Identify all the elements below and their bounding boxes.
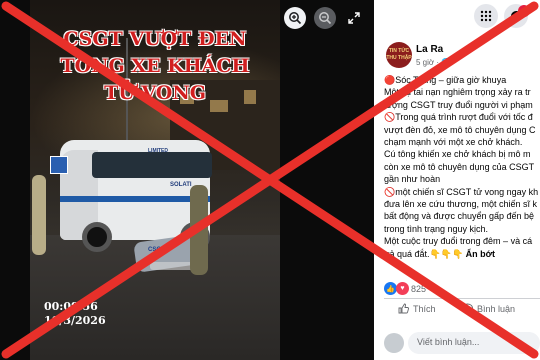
post-text-line: trả quá đắt.👇👇👇 Ẩn bớt [384, 248, 496, 259]
comment-label: Bình luận [477, 303, 516, 314]
menu-button[interactable] [474, 4, 498, 28]
post-text-line: đưa lên xe cứu thương, một chiến sĩ k [384, 199, 538, 210]
post-text-line: Một vụ tai nạn nghiêm trọng xảy ra tr [384, 87, 531, 98]
zoom-in-button[interactable] [284, 7, 306, 29]
fb-top-bar: 2 [374, 0, 540, 30]
messenger-button[interactable]: 2 [504, 4, 530, 28]
like-label: Thích [413, 303, 436, 314]
heart-reaction-icon: ♥ [396, 282, 409, 295]
post-author[interactable]: La Ra [416, 44, 443, 55]
post-text-line: trong tình trạng nguy kịch. [384, 223, 489, 234]
road-sign [50, 156, 68, 174]
van-model-label: SOLATI [170, 182, 192, 188]
see-less-link[interactable]: Ẩn bớt [463, 249, 495, 259]
action-divider [384, 298, 540, 299]
reaction-count: 825 [411, 283, 427, 294]
post-text-line: còn xe mô tô chuyên dụng của CSGT [384, 161, 535, 172]
photo-timestamp: 00:09.56 10/3/2026 [44, 300, 106, 328]
bystander-left [32, 175, 46, 255]
van-brand-label: LIMITED [148, 148, 168, 154]
headline-line-2: TÔNG XE KHÁCH [60, 55, 250, 77]
officer-standing [190, 185, 208, 275]
van-front-wheel [82, 222, 112, 252]
van-stripe [60, 196, 210, 202]
grid-menu-icon [480, 10, 492, 22]
globe-icon: · 🌐 [436, 58, 452, 67]
van-windows [92, 152, 212, 178]
post-text-line: vượt đèn đỏ, xe mô tô chuyên dụng C [384, 124, 536, 135]
photo-date: 10/3/2026 [44, 314, 106, 327]
photo-headline: CSGT VƯỢT ĐEN TÔNG XE KHÁCH TỬ VONG [30, 26, 280, 107]
reaction-summary[interactable]: 👍 ♥ 825 [384, 282, 426, 295]
comment-icon [462, 303, 473, 314]
post-meta: 5 giờ · 🌐 [416, 58, 451, 67]
post-time[interactable]: 5 giờ [416, 58, 434, 67]
zoom-out-button[interactable] [314, 7, 336, 29]
headline-line-3: TỬ VONG [104, 82, 206, 104]
post-text-line: 🔴Sóc Trăng – giữa giờ khuya [384, 75, 507, 85]
notification-badge: 2 [518, 5, 530, 17]
post-text-line: gần như hoàn [384, 174, 441, 185]
author-avatar[interactable]: TIN TỨC THU THẬP [386, 42, 412, 68]
current-user-avatar[interactable] [384, 333, 404, 353]
post-text-line: lượng CSGT truy đuổi người vi phạm [384, 99, 533, 110]
motorbike-label: CSGT [148, 247, 165, 253]
like-button[interactable]: Thích [398, 303, 436, 314]
expand-button[interactable] [345, 9, 363, 27]
post-text-line: Cú tông khiến xe chở khách bị mô m [384, 149, 531, 160]
comment-button[interactable]: Bình luận [462, 303, 515, 314]
post-text-line: 🚫Trong quá trình rượt đuổi với tốc đ [384, 112, 533, 123]
photo-viewer: LIMITED SOLATI CSGT CSGT VƯỢT ĐEN TÔNG X… [0, 0, 374, 360]
post-text-line: chạm mạnh với một xe chở khách. [384, 137, 523, 148]
post-text: 🔴Sóc Trăng – giữa giờ khuya Một vụ tai nạ… [384, 74, 540, 260]
screen: LIMITED SOLATI CSGT CSGT VƯỢT ĐEN TÔNG X… [0, 0, 540, 360]
zoom-in-icon [289, 12, 302, 25]
post-text-line: bất động và được chuyển gấp đến bệ [384, 211, 535, 222]
post-text-line: Một cuộc truy đuổi trong đêm – và cá [384, 236, 533, 247]
thumb-up-icon [398, 303, 409, 314]
photo-time: 00:09.56 [44, 300, 98, 313]
comment-input[interactable]: Viết bình luận... [408, 332, 540, 354]
headline-line-1: CSGT VƯỢT ĐEN [63, 28, 247, 50]
zoom-out-icon [319, 12, 332, 25]
expand-icon [348, 12, 360, 24]
post-text-line: 🚫một chiến sĩ CSGT tử vong ngay kh [384, 186, 539, 197]
